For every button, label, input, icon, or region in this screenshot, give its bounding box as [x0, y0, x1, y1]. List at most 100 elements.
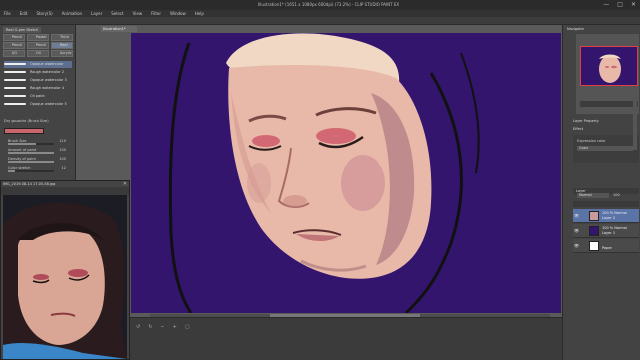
- property-value: 100: [59, 157, 66, 161]
- blend-mode-select[interactable]: Normal: [577, 193, 609, 198]
- brush-item[interactable]: Opaque watercolor 5: [4, 101, 72, 108]
- brush-name: Opaque watercolor 3: [30, 78, 67, 82]
- brush-preview: [4, 79, 26, 81]
- layer-name: Paper: [602, 246, 612, 250]
- brush-preview: [4, 71, 26, 73]
- navigator-tab[interactable]: Navigator: [567, 27, 584, 31]
- effect-section-title: Effect: [573, 127, 584, 131]
- reference-toolbar: [1, 187, 129, 195]
- zoom-out-icon[interactable]: −: [160, 324, 164, 330]
- menu-edit[interactable]: Edit: [20, 11, 28, 16]
- tool-group-button[interactable]: Pencil: [3, 42, 25, 49]
- expression-color-label: Expression color: [577, 139, 606, 143]
- layer-property-title: Layer Property: [573, 119, 599, 123]
- menu-layer[interactable]: Layer: [91, 11, 102, 16]
- tool-group-button[interactable]: Real: [51, 42, 73, 49]
- maximize-button[interactable]: □: [617, 1, 623, 8]
- brush-preview: [4, 95, 26, 97]
- canvas-status-bar: ↺ ↻ − + ▢: [130, 317, 562, 360]
- brush-name: Rough watercolor 4: [30, 86, 65, 90]
- menu-select[interactable]: Select: [111, 11, 123, 16]
- menu-filter[interactable]: Filter: [151, 11, 161, 16]
- opacity-value[interactable]: 100: [613, 193, 620, 197]
- brush-preview: [4, 103, 26, 105]
- property-value: 12: [61, 166, 66, 170]
- layer-thumbnail: [589, 241, 599, 251]
- tool-group-button[interactable]: Pencil: [27, 42, 49, 49]
- slider-fill: [8, 161, 54, 163]
- menu-view[interactable]: View: [133, 11, 143, 16]
- brush-name: Oil paint: [30, 94, 45, 98]
- property-color-stretch[interactable]: Color stretch 12: [4, 166, 72, 172]
- navigator-preview[interactable]: [580, 46, 638, 86]
- fit-icon[interactable]: ▢: [185, 324, 190, 330]
- drawing-canvas[interactable]: [131, 33, 561, 313]
- navigator-thumbnail: [599, 54, 621, 83]
- tool-group-button[interactable]: Pastel: [27, 34, 49, 41]
- property-density-of-paint[interactable]: Density of paint 100: [4, 157, 72, 163]
- property-slider[interactable]: [8, 143, 54, 145]
- property-value: 110: [59, 139, 66, 143]
- property-value: 100: [59, 148, 66, 152]
- layer-mode: 100 % Normal: [602, 226, 627, 230]
- eye-icon[interactable]: 👁: [574, 243, 579, 248]
- document-tab[interactable]: Illustration1*: [101, 26, 137, 32]
- tool-group-button[interactable]: Thick: [51, 34, 73, 41]
- effect-box: Expression color Color: [573, 135, 639, 163]
- tool-group-button[interactable]: Oil: [27, 50, 49, 57]
- brush-name: Opaque watercolor: [30, 62, 64, 66]
- brush-item[interactable]: Opaque watercolor 3: [4, 77, 72, 84]
- zoom-in-icon[interactable]: +: [173, 324, 177, 330]
- close-button[interactable]: ✕: [631, 1, 636, 8]
- tool-group-button[interactable]: I/O: [3, 50, 25, 57]
- navigator: [576, 34, 639, 114]
- window-title: Illustration1* (1651 x 1080px 600dpi) (7…: [258, 2, 400, 7]
- brush-item[interactable]: Rough watercolor 4: [4, 85, 72, 92]
- brush-name: Rough watercolor 2: [30, 70, 65, 74]
- vertical-scrollbar[interactable]: [633, 90, 637, 150]
- brush-item[interactable]: Oil paint: [4, 93, 72, 100]
- layer-item[interactable]: 👁 100 % Normal Layer 1: [573, 224, 639, 238]
- brush-preview: [4, 87, 26, 89]
- layer-item[interactable]: 👁 Paper: [573, 239, 639, 253]
- property-amount-of-paint[interactable]: Amount of paint 100: [4, 148, 72, 154]
- reference-photo: [3, 195, 127, 359]
- tool-group-button[interactable]: Acrylic: [51, 50, 73, 57]
- slider-fill: [8, 143, 36, 145]
- property-slider[interactable]: [8, 170, 54, 172]
- navigator-controls[interactable]: [580, 101, 638, 107]
- reference-window: IMG_2019-08-14 17-05-58.jpg ✕: [0, 180, 130, 360]
- property-slider[interactable]: [8, 152, 54, 154]
- brush-item[interactable]: Opaque watercolor: [4, 61, 72, 68]
- rotate-left-icon[interactable]: ↺: [136, 324, 140, 330]
- painting-artwork: [168, 33, 480, 313]
- layer-name: Layer 2: [602, 216, 616, 220]
- minimize-button[interactable]: —: [603, 1, 609, 8]
- property-slider[interactable]: [8, 161, 54, 163]
- brush-preview: [4, 63, 26, 65]
- layer-name: Layer 1: [602, 231, 616, 235]
- brush-item[interactable]: Rough watercolor 2: [4, 69, 72, 76]
- sub-tool-tab[interactable]: Real G-pen Sketch: [3, 27, 42, 33]
- sub-tool-panel: Real G-pen Sketch Pencil Pastel Thick Pe…: [0, 25, 76, 187]
- eye-icon[interactable]: 👁: [574, 228, 579, 233]
- reference-window-title: IMG_2019-08-14 17-05-58.jpg: [3, 182, 56, 186]
- slider-fill: [8, 170, 15, 172]
- reference-portrait: [3, 195, 127, 359]
- menu-story[interactable]: Story(S): [36, 11, 52, 16]
- current-color-swatch[interactable]: [4, 128, 44, 134]
- menu-animation[interactable]: Animation: [62, 11, 82, 16]
- window-controls: — □ ✕: [603, 1, 636, 8]
- status-icons: ↺ ↻ − + ▢: [136, 324, 190, 330]
- menu-file[interactable]: File: [4, 11, 11, 16]
- tool-group-button[interactable]: Pencil: [3, 34, 25, 41]
- property-brush-size[interactable]: Brush Size 110: [4, 139, 72, 145]
- eye-icon[interactable]: 👁: [574, 213, 579, 218]
- expression-color-select[interactable]: Color: [577, 146, 633, 151]
- menu-window[interactable]: Window: [170, 11, 186, 16]
- layer-mode: 100 % Normal: [602, 211, 627, 215]
- menu-help[interactable]: Help: [195, 11, 204, 16]
- rotate-right-icon[interactable]: ↻: [148, 324, 152, 330]
- command-bar: [0, 17, 640, 25]
- layer-item[interactable]: 👁 100 % Normal Layer 2: [573, 209, 639, 223]
